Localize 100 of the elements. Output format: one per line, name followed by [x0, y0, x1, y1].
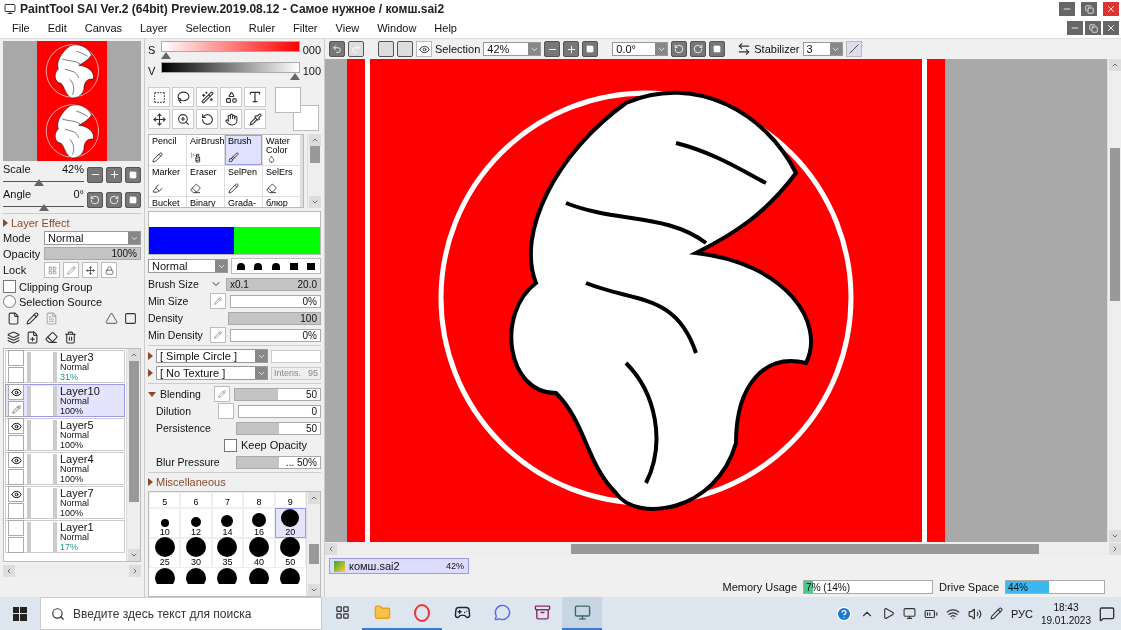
checkbox[interactable]	[218, 403, 234, 419]
new-layer-icon[interactable]	[7, 312, 20, 325]
zoom-reset-button[interactable]	[582, 41, 599, 57]
zoom-out-button[interactable]	[87, 166, 103, 183]
visibility-toggle[interactable]	[8, 452, 24, 468]
brush-size-preset[interactable]: 8	[243, 492, 275, 508]
opacity-slider[interactable]: 100%	[44, 247, 141, 260]
close-button[interactable]	[1103, 2, 1119, 16]
magic-wand-tool[interactable]	[196, 87, 218, 107]
scrollbar-thumb[interactable]	[309, 146, 320, 163]
scrollbar[interactable]	[325, 542, 1121, 555]
visibility-toggle[interactable]	[8, 418, 24, 434]
scroll-up-icon[interactable]	[309, 494, 318, 502]
brush-tool[interactable]: SelErs	[263, 166, 300, 196]
scroll-down-icon[interactable]	[310, 198, 319, 206]
clipping-group-checkbox[interactable]: Clipping Group	[3, 280, 141, 293]
maximize-button[interactable]	[1081, 2, 1097, 16]
zoom-reset-button[interactable]	[125, 166, 141, 183]
gradient-track[interactable]	[161, 62, 300, 73]
brush-size-preset[interactable]: 5	[149, 492, 181, 508]
brush-tool[interactable]: Marker	[149, 166, 186, 196]
brush-tool[interactable]: Pencil	[149, 135, 186, 165]
help-icon[interactable]	[835, 605, 852, 622]
brush-size-preset[interactable]: 12	[180, 508, 212, 538]
param-slider[interactable]: 100	[228, 311, 321, 325]
scrollbar[interactable]	[306, 492, 320, 596]
visibility-button[interactable]	[416, 41, 432, 57]
brush-size-preset[interactable]: 14	[211, 508, 244, 538]
menu-item[interactable]: Layer	[134, 22, 180, 34]
menu-item[interactable]: File	[6, 22, 42, 34]
search-field[interactable]: Введите здесь текст для поиска	[40, 597, 322, 630]
menu-item[interactable]: View	[329, 22, 372, 34]
brush-tool[interactable]: Water Color	[263, 135, 300, 165]
brush-size-preset[interactable]: 16	[243, 508, 275, 538]
document-tab[interactable]: комш.sai2 42%	[329, 558, 469, 574]
layer-item[interactable]: Layer4 Normal 100%	[5, 452, 125, 485]
edit-toggle[interactable]	[8, 469, 24, 485]
brush-size-preset[interactable]: 50	[274, 538, 306, 568]
scroll-right-icon[interactable]	[1111, 544, 1119, 553]
mode-dropdown[interactable]: Normal	[44, 231, 141, 245]
rotate-tool[interactable]	[196, 109, 218, 129]
layer-item[interactable]: Layer10 Normal 100%	[5, 384, 125, 417]
blend-mode-dropdown[interactable]: Normal	[148, 259, 228, 273]
menu-item[interactable]: Filter	[287, 22, 330, 34]
lock-move-button[interactable]	[82, 262, 98, 278]
param-slider[interactable]: 50	[234, 387, 321, 401]
scroll-up-icon[interactable]	[129, 351, 138, 359]
scroll-up-icon[interactable]	[1110, 61, 1119, 69]
edit-toggle[interactable]	[8, 435, 24, 451]
stabilizer-dropdown[interactable]: 3	[802, 42, 843, 56]
notifications-icon[interactable]	[1099, 605, 1115, 622]
redo-button[interactable]	[348, 41, 364, 57]
edit-toggle[interactable]	[8, 401, 24, 417]
menu-item[interactable]: Canvas	[78, 22, 134, 34]
menu-item[interactable]: Ruler	[242, 22, 288, 34]
param-slider[interactable]: 0%	[230, 328, 321, 342]
pen-icon[interactable]	[989, 607, 1003, 620]
rectangle-select-tool[interactable]	[148, 87, 170, 107]
slider-thumb[interactable]	[38, 204, 49, 211]
brush-tool[interactable]: AirBrush	[187, 135, 224, 165]
language-indicator[interactable]: РУС	[1010, 607, 1033, 620]
scroll-down-icon[interactable]	[129, 551, 138, 559]
layer-item[interactable]: Layer5 Normal 100%	[5, 418, 125, 451]
edit-toggle[interactable]	[8, 537, 24, 553]
scroll-down-icon[interactable]	[309, 586, 318, 594]
scroll-left-icon[interactable]	[327, 544, 335, 553]
zoom-dropdown[interactable]: 42%	[483, 42, 542, 56]
brush-size-preset[interactable]: 35	[211, 538, 244, 568]
line-tool-button[interactable]	[845, 41, 862, 57]
gradient-track[interactable]	[161, 41, 300, 52]
background-color-swatch[interactable]	[293, 105, 319, 131]
undo-button[interactable]	[329, 41, 345, 57]
brush-size-preset[interactable]: 40	[243, 538, 275, 568]
scrollbar[interactable]	[307, 134, 321, 208]
scrollbar-thumb[interactable]	[308, 544, 319, 564]
zoom-out-button[interactable]	[544, 41, 561, 57]
scroll-down-icon[interactable]	[1110, 532, 1119, 540]
close-button[interactable]	[1103, 21, 1119, 35]
scrollbar[interactable]	[3, 564, 141, 577]
rotate-reset-button[interactable]	[709, 41, 726, 57]
brush-tool[interactable]: SelPen	[225, 166, 262, 196]
zoom-in-button[interactable]	[106, 166, 122, 183]
param-slider[interactable]: 50	[236, 421, 321, 435]
visibility-toggle[interactable]	[8, 384, 24, 400]
slider-thumb[interactable]	[289, 73, 300, 80]
visibility-toggle[interactable]	[8, 486, 24, 502]
add-layer-icon[interactable]	[26, 331, 39, 344]
visibility-toggle[interactable]	[8, 350, 24, 366]
brush-size-preset[interactable]: 25	[149, 538, 181, 568]
rotate-reset-button[interactable]	[125, 191, 141, 208]
brush-size-preset[interactable]: 7	[211, 492, 244, 508]
menu-item[interactable]: Edit	[41, 22, 79, 34]
text-tool[interactable]	[244, 87, 266, 107]
restore-button[interactable]	[1085, 21, 1101, 35]
scrollbar-thumb[interactable]	[570, 543, 1039, 554]
lasso-tool[interactable]	[172, 87, 194, 107]
brush-shape-selector[interactable]	[231, 258, 321, 274]
param-slider[interactable]: x0.1 20.0	[226, 277, 321, 291]
wifi-icon[interactable]	[945, 606, 960, 621]
layer-item[interactable]: Layer7 Normal 100%	[5, 486, 125, 519]
